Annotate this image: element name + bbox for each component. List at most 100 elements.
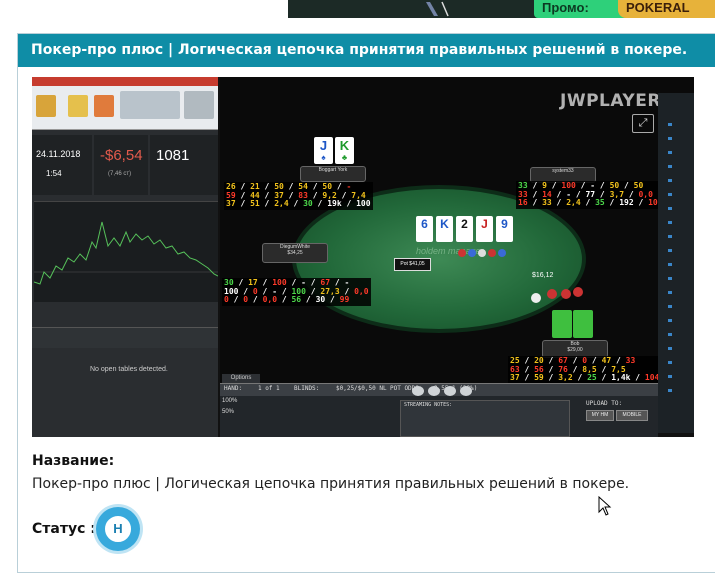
hud-stat: / bbox=[325, 295, 340, 305]
hud-top-right: 33 / 9 / 100 / - / 50 / 50 33 / 14 / - / … bbox=[516, 181, 665, 209]
hero-card bbox=[573, 310, 593, 338]
hud-stat: / bbox=[341, 199, 357, 209]
options-tab[interactable]: Options bbox=[222, 374, 260, 383]
banner-brand[interactable]: POKERAL bbox=[618, 0, 715, 18]
hand-value: 1 of 1 bbox=[258, 385, 280, 392]
card-suit: ♠ bbox=[321, 153, 326, 162]
seat-stack: $29,00 bbox=[567, 347, 583, 353]
list-item[interactable] bbox=[668, 137, 672, 140]
poker-table: holdem manager J ♠ K ♣ Boggart York 6 K 2 … bbox=[220, 77, 694, 384]
list-item[interactable] bbox=[668, 263, 672, 266]
card-title: Покер-про плюс | Логическая цепочка прин… bbox=[18, 34, 715, 67]
hero-bet: $16,12 bbox=[532, 272, 554, 279]
list-item[interactable] bbox=[668, 179, 672, 182]
hud-top-left: 26 / 21 / 50 / 54 / 50 / -59 / 44 / 37 /… bbox=[224, 182, 373, 210]
session-date: 24.11.2018 bbox=[36, 149, 81, 159]
hud-stat: 37 bbox=[510, 373, 520, 383]
name-label: Название: bbox=[32, 453, 115, 469]
video-player[interactable]: 24.11.2018 1:54 -$6,54 (7,46 ст) 1081 No… bbox=[32, 77, 694, 437]
hud-stat: / bbox=[596, 373, 612, 383]
list-item[interactable] bbox=[668, 193, 672, 196]
blinds-label: BLINDS: bbox=[294, 385, 320, 392]
ad-banner[interactable]: Промо: POKERAL bbox=[288, 0, 715, 18]
pot-label: Pot $41,05 bbox=[394, 258, 431, 271]
board-card: 6 bbox=[416, 216, 433, 242]
hud-stat: 192 bbox=[619, 198, 634, 208]
ribbon-group bbox=[184, 91, 214, 119]
streaming-notes[interactable]: STREAMING NOTES: bbox=[400, 400, 570, 437]
seat-top[interactable]: Boggart York bbox=[300, 166, 366, 182]
list-item[interactable] bbox=[668, 277, 672, 280]
list-item[interactable] bbox=[668, 221, 672, 224]
list-item[interactable] bbox=[668, 235, 672, 238]
card-suit: ♣ bbox=[341, 153, 348, 162]
list-item[interactable] bbox=[668, 319, 672, 322]
hud-stat: / bbox=[312, 199, 328, 209]
status-badge-letter: Н bbox=[103, 514, 133, 544]
list-item[interactable] bbox=[668, 389, 672, 392]
name-value: Покер-про плюс | Логическая цепочка прин… bbox=[32, 476, 630, 492]
session-graph bbox=[34, 201, 218, 302]
status-badge[interactable]: Н bbox=[96, 507, 140, 551]
tracker-app: 24.11.2018 1:54 -$6,54 (7,46 ст) 1081 No… bbox=[32, 77, 218, 437]
hud-stat: 19k bbox=[327, 199, 342, 209]
next-icon[interactable] bbox=[460, 386, 472, 396]
board-card: J bbox=[476, 216, 493, 242]
list-item[interactable] bbox=[668, 347, 672, 350]
list-item[interactable] bbox=[668, 249, 672, 252]
hud-stat: / bbox=[630, 373, 645, 383]
expand-icon[interactable]: ⤢ bbox=[632, 114, 654, 133]
list-item[interactable] bbox=[668, 151, 672, 154]
list-item[interactable] bbox=[668, 361, 672, 364]
list-item[interactable] bbox=[668, 305, 672, 308]
app-ribbon bbox=[32, 77, 218, 130]
list-item[interactable] bbox=[668, 165, 672, 168]
my-hm-button[interactable]: MY HM bbox=[586, 410, 614, 421]
zoom-100: 100% bbox=[222, 398, 238, 404]
hud-stat: 37 bbox=[226, 199, 236, 209]
card-rank: J bbox=[319, 138, 328, 153]
hud-stat: 16 bbox=[518, 198, 528, 208]
hud-stat: 30 bbox=[315, 295, 326, 305]
hud-stat: 30 bbox=[303, 199, 313, 209]
session-result-sub: (7,46 ст) bbox=[108, 171, 132, 177]
list-item[interactable] bbox=[668, 207, 672, 210]
hud-stat: 3,2 bbox=[558, 373, 573, 383]
jwplayer-logo: JWPLAYER bbox=[560, 91, 661, 111]
list-item[interactable] bbox=[668, 291, 672, 294]
ribbon-icon[interactable] bbox=[94, 95, 114, 117]
hero-card bbox=[552, 310, 572, 338]
hud-stat: / bbox=[543, 373, 559, 383]
zoom-50: 50% bbox=[222, 409, 235, 415]
banner-promo[interactable]: Промо: bbox=[534, 0, 626, 18]
cursor-icon bbox=[598, 496, 612, 516]
ribbon-group bbox=[120, 91, 180, 119]
ribbon-icon[interactable] bbox=[36, 95, 56, 117]
hud-stat: / bbox=[277, 295, 292, 305]
rewind-icon[interactable] bbox=[412, 386, 424, 396]
hole-card: J ♠ bbox=[314, 137, 333, 164]
hud-stat: 0,0 bbox=[354, 286, 369, 296]
list-item[interactable] bbox=[668, 333, 672, 336]
tables-header bbox=[32, 327, 218, 348]
status-label: Статус : bbox=[32, 521, 96, 537]
list-item[interactable] bbox=[668, 123, 672, 126]
board-card: 9 bbox=[496, 216, 513, 242]
seat-stack: $34,25 bbox=[287, 250, 303, 256]
hud-stat: 56 bbox=[291, 295, 302, 305]
ribbon-icon[interactable] bbox=[68, 95, 88, 117]
date-box: 24.11.2018 1:54 bbox=[32, 135, 92, 195]
hud-row: 0 / 0 / 0,0 / 56 / 30 / 99 bbox=[224, 295, 369, 305]
hud-stat: / bbox=[235, 199, 251, 209]
hud-stat: / bbox=[572, 373, 588, 383]
seat-left[interactable]: DiegumWhite $34,25 bbox=[262, 243, 328, 263]
hud-stat: / bbox=[519, 373, 535, 383]
blinds-value: $0,25/$0,50 NL bbox=[336, 385, 387, 392]
mobile-button[interactable]: MOBILE bbox=[616, 410, 648, 421]
card-rank: K bbox=[339, 138, 350, 153]
hud-stat: 2,4 bbox=[566, 198, 581, 208]
hud-row: 37 / 51 / 2,4 / 30 / 19k / 100 bbox=[226, 199, 371, 209]
prev-icon[interactable] bbox=[428, 386, 440, 396]
list-item[interactable] bbox=[668, 375, 672, 378]
play-icon[interactable] bbox=[444, 386, 456, 396]
